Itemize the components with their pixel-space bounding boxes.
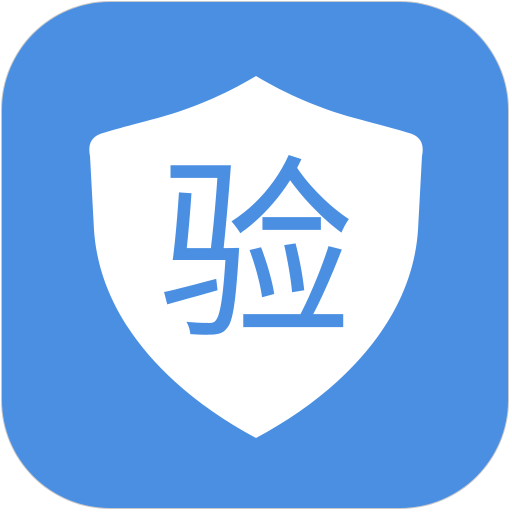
verify-glyph: 验 — [157, 140, 354, 368]
icon-canvas: 验 — [0, 0, 512, 512]
